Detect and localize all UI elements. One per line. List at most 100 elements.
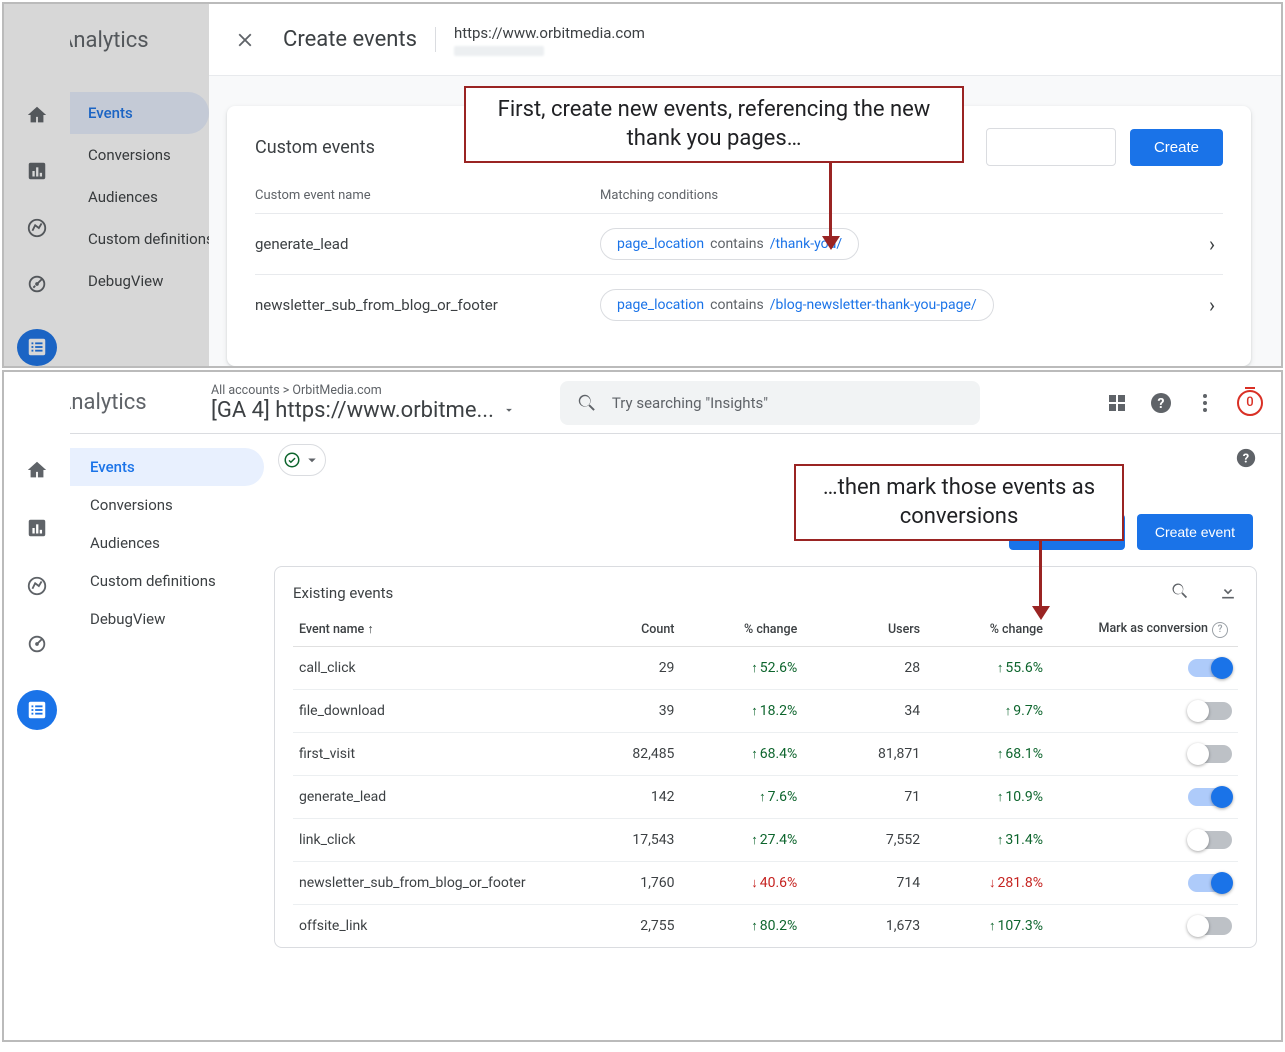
reports-icon[interactable] [25,516,49,540]
svg-text:?: ? [1158,396,1165,412]
custom-event-row[interactable]: newsletter_sub_from_blog_or_footer page_… [255,274,1223,335]
users-cell: 714 [803,861,926,904]
event-row[interactable]: generate_lead142↑7.6%71↑10.9% [293,775,1238,818]
explore-icon[interactable] [25,216,49,238]
change-cell: ↑10.9% [926,775,1049,818]
event-row[interactable]: first_visit82,485↑68.4%81,871↑68.1% [293,732,1238,775]
nav-audiences[interactable]: Audiences [70,176,209,218]
count-cell: 82,485 [577,732,681,775]
svg-text:?: ? [1243,452,1249,467]
change-cell: ↑31.4% [926,818,1049,861]
count-cell: 29 [577,646,681,689]
nav-custom-definitions[interactable]: Custom definitions [70,562,264,600]
condition-chip: page_location contains /thank-you/ [600,228,859,260]
conversion-toggle[interactable] [1188,745,1232,763]
chevron-right-icon: › [1209,293,1223,317]
conversion-toggle[interactable] [1188,659,1232,677]
nav-conversions[interactable]: Conversions [70,486,264,524]
col-event-name[interactable]: Event name ↑ [293,613,577,646]
event-name: first_visit [293,732,577,775]
nav-debugview[interactable]: DebugView [70,260,209,302]
chevron-right-icon: › [1209,232,1223,256]
conversion-toggle[interactable] [1188,702,1232,720]
change-cell: ↑52.6% [680,646,803,689]
explore-icon[interactable] [25,574,49,598]
nav-events[interactable]: Events [70,92,209,134]
search-icon[interactable] [1170,581,1190,605]
conversion-toggle[interactable] [1188,788,1232,806]
col-header-conditions: Matching conditions [600,188,718,203]
property-selector[interactable]: [GA 4] https://www.orbitme... [211,398,516,423]
nav-events[interactable]: Events [70,448,264,486]
event-name: generate_lead [293,775,577,818]
help-icon[interactable]: ? [1212,622,1228,638]
col-count[interactable]: Count [577,613,681,646]
search-placeholder: Try searching "Insights" [612,394,768,412]
help-icon[interactable]: ? [1235,447,1257,473]
timer-badge[interactable]: 0 [1237,390,1263,416]
change-cell: ↑9.7% [926,689,1049,732]
filter-box[interactable] [986,128,1116,166]
event-name: newsletter_sub_from_blog_or_footer [293,861,577,904]
event-name: file_download [293,689,577,732]
nav-audiences[interactable]: Audiences [70,524,264,562]
change-cell: ↑68.4% [680,732,803,775]
conversion-toggle[interactable] [1188,874,1232,892]
home-icon[interactable] [25,458,49,482]
card-title: Custom events [255,137,375,158]
advertising-icon[interactable] [25,632,49,656]
configure-icon[interactable] [17,690,57,730]
side-nav: Events Conversions Audiences Custom defi… [70,434,264,1040]
users-cell: 28 [803,646,926,689]
nav-custom-definitions[interactable]: Custom definitions [70,218,209,260]
change-cell: ↑7.6% [680,775,803,818]
property-title: https://www.orbitmedia.com [454,24,645,42]
col-change2[interactable]: % change [926,613,1049,646]
event-name: call_click [293,646,577,689]
search-input[interactable]: Try searching "Insights" [560,381,980,425]
change-cell: ↑27.4% [680,818,803,861]
users-cell: 7,552 [803,818,926,861]
event-row[interactable]: link_click17,543↑27.4%7,552↑31.4% [293,818,1238,861]
apps-icon[interactable] [1105,391,1129,415]
event-row[interactable]: offsite_link2,755↑80.2%1,673↑107.3% [293,904,1238,947]
conversion-toggle[interactable] [1188,917,1232,935]
conversion-toggle[interactable] [1188,831,1232,849]
create-button[interactable]: Create [1130,129,1223,166]
event-name: offsite_link [293,904,577,947]
nav-debugview[interactable]: DebugView [70,600,264,638]
annotation-callout-bottom: …then mark those events as conversions [794,464,1124,541]
change-cell: ↑107.3% [926,904,1049,947]
event-row[interactable]: file_download39↑18.2%34↑9.7% [293,689,1238,732]
col-users[interactable]: Users [803,613,926,646]
configure-icon[interactable] [17,329,57,366]
users-cell: 1,673 [803,904,926,947]
count-cell: 39 [577,689,681,732]
event-name: newsletter_sub_from_blog_or_footer [255,296,600,314]
card-title: Existing events [293,584,393,602]
brand-label: Analytics [57,390,147,415]
change-cell: ↑18.2% [680,689,803,732]
change-cell: ↑55.6% [926,646,1049,689]
custom-event-row[interactable]: generate_lead page_location contains /th… [255,213,1223,274]
create-event-button[interactable]: Create event [1137,514,1253,550]
close-button[interactable] [227,22,263,58]
event-name: generate_lead [255,235,600,253]
home-icon[interactable] [25,104,49,126]
count-cell: 2,755 [577,904,681,947]
event-row[interactable]: newsletter_sub_from_blog_or_footer1,760↓… [293,861,1238,904]
reports-icon[interactable] [25,160,49,182]
col-change1[interactable]: % change [680,613,803,646]
download-icon[interactable] [1218,581,1238,605]
change-cell: ↓40.6% [680,861,803,904]
more-icon[interactable] [1193,391,1217,415]
col-header-name: Custom event name [255,188,600,203]
nav-conversions[interactable]: Conversions [70,134,209,176]
breadcrumbs[interactable]: All accounts > OrbitMedia.com [211,383,516,398]
count-cell: 142 [577,775,681,818]
status-filter[interactable] [278,444,326,476]
advertising-icon[interactable] [25,273,49,295]
change-cell: ↓281.8% [926,861,1049,904]
event-row[interactable]: call_click29↑52.6%28↑55.6% [293,646,1238,689]
help-icon[interactable]: ? [1149,391,1173,415]
